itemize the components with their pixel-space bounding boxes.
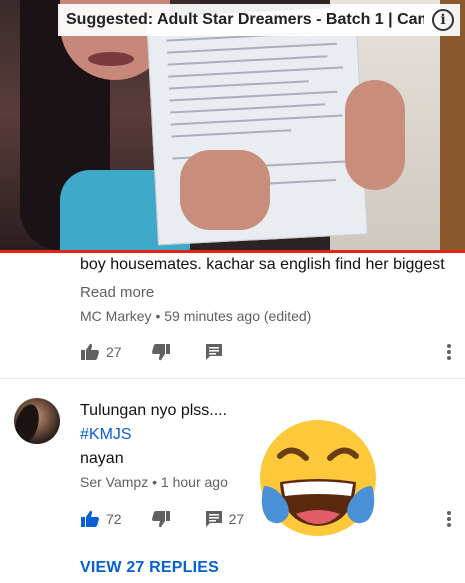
reply-button[interactable]: 27 bbox=[205, 510, 245, 528]
avatar[interactable] bbox=[14, 398, 60, 444]
comment-icon bbox=[205, 344, 222, 360]
dislike-button[interactable] bbox=[151, 510, 171, 528]
suggested-video-title[interactable]: Suggested: Adult Star Dreamers - Batch 1… bbox=[66, 11, 424, 29]
comment-text-line: nayan bbox=[80, 450, 124, 467]
comment-icon bbox=[205, 511, 222, 527]
video-hand-left bbox=[180, 150, 270, 230]
laughing-tears-emoji-icon bbox=[260, 420, 376, 536]
video-player[interactable]: Suggested: Adult Star Dreamers - Batch 1… bbox=[0, 0, 465, 252]
like-count: 72 bbox=[106, 511, 122, 527]
comment-timestamp: 59 minutes ago (edited) bbox=[164, 308, 312, 324]
read-more-link[interactable]: Read more bbox=[80, 284, 154, 301]
info-icon[interactable]: i bbox=[432, 9, 454, 31]
video-hand-right bbox=[345, 80, 405, 190]
reply-count: 27 bbox=[228, 511, 245, 527]
view-replies-button[interactable]: VIEW 27 REPLIES bbox=[80, 559, 219, 577]
meta-separator: • bbox=[155, 308, 161, 324]
comment-text-line: Tulungan nyo plss.... bbox=[80, 402, 228, 419]
thumbs-up-icon bbox=[81, 343, 99, 360]
video-door bbox=[440, 0, 465, 252]
like-count: 27 bbox=[106, 344, 122, 360]
suggested-video-bar[interactable]: Suggested: Adult Star Dreamers - Batch 1… bbox=[58, 4, 460, 36]
thumbs-down-icon bbox=[151, 511, 170, 528]
thumbs-down-icon bbox=[151, 344, 170, 361]
comment-meta: MC Markey • 59 minutes ago (edited) bbox=[80, 308, 311, 324]
hashtag-link[interactable]: #KMJS bbox=[80, 426, 132, 444]
comment-divider bbox=[0, 378, 465, 379]
comment-meta: Ser Vampz • 1 hour ago bbox=[80, 474, 228, 490]
reply-button[interactable] bbox=[205, 343, 223, 361]
meta-separator: • bbox=[152, 474, 158, 490]
comment-actions: 72 27 bbox=[80, 509, 244, 529]
like-button[interactable]: 27 bbox=[80, 343, 122, 361]
video-person-lips bbox=[88, 52, 134, 66]
comment-text: boy housemates. kachar sa english find h… bbox=[80, 256, 445, 273]
like-button[interactable]: 72 bbox=[80, 510, 122, 528]
more-options-icon[interactable] bbox=[446, 511, 452, 529]
more-options-icon[interactable] bbox=[446, 344, 452, 362]
comment-author[interactable]: MC Markey bbox=[80, 308, 152, 324]
comment-author[interactable]: Ser Vampz bbox=[80, 474, 148, 490]
thumbs-up-icon bbox=[81, 510, 99, 527]
dislike-button[interactable] bbox=[151, 343, 171, 361]
comment-actions: 27 bbox=[80, 342, 223, 362]
comment-timestamp: 1 hour ago bbox=[160, 474, 228, 490]
video-progress-bar[interactable] bbox=[0, 250, 465, 253]
